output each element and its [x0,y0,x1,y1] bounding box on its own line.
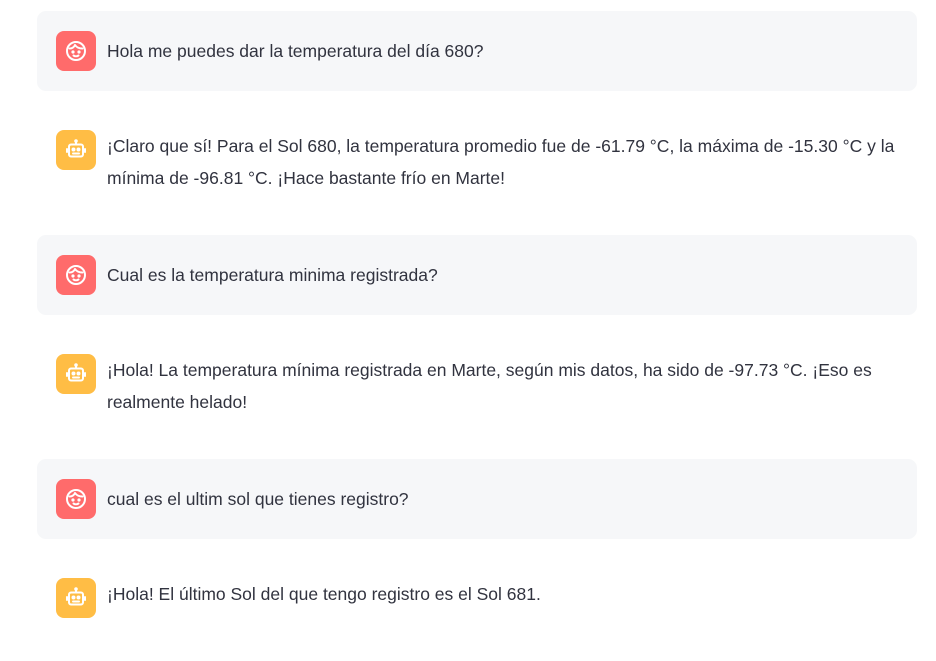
chat-message-assistant: ¡Hola! La temperatura mínima registrada … [37,339,917,439]
face-icon [66,41,86,61]
assistant-avatar [56,578,96,618]
message-text: ¡Hola! La temperatura mínima registrada … [107,360,872,412]
user-avatar [56,31,96,71]
message-text: Hola me puedes dar la temperatura del dí… [107,41,484,61]
chat-message-assistant: ¡Claro que sí! Para el Sol 680, la tempe… [37,115,917,215]
robot-icon [66,587,86,606]
face-icon [66,265,86,285]
assistant-avatar [56,130,96,170]
chat-message-user: Hola me puedes dar la temperatura del dí… [37,11,917,91]
message-text: Cual es la temperatura minima registrada… [107,265,438,285]
user-avatar [56,479,96,519]
chat-message-user: Cual es la temperatura minima registrada… [37,235,917,315]
robot-icon [66,139,86,158]
face-icon [66,489,86,509]
robot-icon [66,363,86,382]
chat-message-user: cual es el ultim sol que tienes registro… [37,459,917,539]
user-avatar [56,255,96,295]
assistant-avatar [56,354,96,394]
message-text: ¡Claro que sí! Para el Sol 680, la tempe… [107,136,895,188]
message-text: cual es el ultim sol que tienes registro… [107,489,409,509]
chat-history: Hola me puedes dar la temperatura del dí… [0,0,936,661]
message-text: ¡Hola! El último Sol del que tengo regis… [107,584,541,604]
chat-message-assistant: ¡Hola! El último Sol del que tengo regis… [37,563,917,643]
